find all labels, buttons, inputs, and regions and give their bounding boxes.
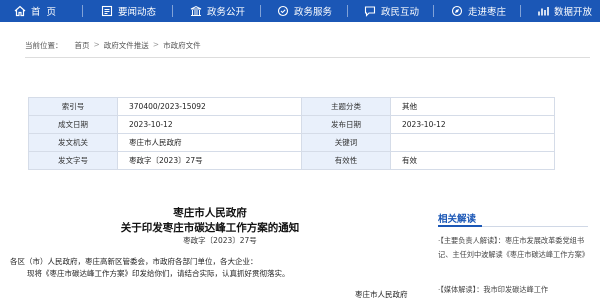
breadcrumb-link-docs[interactable]: 市政府文件 (163, 40, 201, 51)
nav-divider (260, 5, 261, 17)
org-value: 枣庄市人民政府 (117, 133, 302, 152)
doc-paragraph-body: 现将《枣庄市碳达峰工作方案》印发给你们，请结合实际，认真抓好贯彻落实。 (27, 269, 290, 278)
nav-interaction[interactable]: 政民互动 (364, 0, 419, 22)
nav-divider (520, 5, 521, 17)
service-icon (277, 5, 289, 17)
nav-service[interactable]: 政务服务 (277, 0, 332, 22)
date-label: 成文日期 (28, 115, 118, 134)
doc-title: 关于印发枣庄市碳达峰工作方案的通知 (120, 222, 300, 234)
keyword-value (390, 133, 555, 152)
nav-divider (82, 5, 83, 17)
org-label: 发文机关 (28, 133, 118, 152)
open-gov-icon (190, 5, 202, 17)
validity-label: 有效性 (301, 151, 391, 170)
nav-news[interactable]: 要闻动态 (101, 0, 156, 22)
index-label: 索引号 (28, 97, 118, 116)
nav-open-gov[interactable]: 政务公开 (190, 0, 245, 22)
date-value: 2023-10-12 (117, 115, 302, 134)
doc-number-label: 发文字号 (28, 151, 118, 170)
city-icon (451, 5, 463, 17)
nav-city-label: 走进枣庄 (468, 7, 507, 18)
home-icon (14, 5, 26, 17)
breadcrumb-prefix: 当前位置： (25, 41, 63, 50)
news-icon (101, 5, 113, 17)
nav-home-label: 首 页 (31, 7, 57, 18)
nav-divider (433, 5, 434, 17)
breadcrumb-separator: > (152, 40, 160, 49)
doc-number-value: 枣政字〔2023〕27号 (117, 151, 302, 170)
related-item[interactable]: ·【媒体解读】：我市印发碳达峰工作 (438, 283, 590, 297)
nav-home[interactable]: 首 页 (14, 0, 56, 22)
nav-open-gov-label: 政务公开 (207, 7, 246, 18)
nav-divider (172, 5, 173, 17)
nav-city[interactable]: 走进枣庄 (451, 0, 506, 22)
related-divider-accent (438, 225, 482, 227)
breadcrumb-link-push[interactable]: 政府文件推送 (104, 40, 149, 51)
nav-data-label: 数据开放 (554, 7, 593, 18)
pub-date-value: 2023-10-12 (390, 115, 555, 134)
table-row: 发文机关 枣庄市人民政府 关键词 (28, 133, 555, 152)
doc-signature: 枣庄市人民政府 (355, 290, 408, 299)
interaction-icon (364, 5, 376, 17)
keyword-label: 关键词 (301, 133, 391, 152)
doc-info-table: 索引号 370400/2023-15092 主题分类 其他 成文日期 2023-… (28, 97, 555, 170)
nav-news-label: 要闻动态 (118, 7, 157, 18)
table-row: 发文字号 枣政字〔2023〕27号 有效性 有效 (28, 151, 555, 170)
topic-label: 主题分类 (301, 97, 391, 116)
data-icon (537, 5, 549, 17)
validity-value: 有效 (390, 151, 555, 170)
breadcrumb-divider (25, 57, 590, 58)
index-value: 370400/2023-15092 (117, 97, 302, 116)
breadcrumb-link-home[interactable]: 首页 (75, 40, 90, 51)
related-title: 相关解读 (438, 214, 477, 225)
breadcrumb: 当前位置： 首页 > 政府文件推送 > 市政府文件 (25, 40, 204, 51)
doc-number: 枣政字〔2023〕27号 (183, 236, 257, 245)
breadcrumb-separator: > (93, 40, 100, 49)
nav-interaction-label: 政民互动 (381, 7, 420, 18)
doc-issuer-title: 枣庄市人民政府 (173, 207, 247, 219)
table-row: 索引号 370400/2023-15092 主题分类 其他 (28, 97, 555, 116)
topic-value: 其他 (390, 97, 555, 116)
nav-service-label: 政务服务 (294, 7, 333, 18)
doc-paragraph-salutation: 各区（市）人民政府，枣庄高新区管委会，市政府各部门单位，各大企业： (10, 257, 258, 266)
pub-date-label: 发布日期 (301, 115, 391, 134)
nav-data[interactable]: 数据开放 (537, 0, 592, 22)
nav-divider (347, 5, 348, 17)
top-nav: 首 页 要闻动态 政务公开 政务服务 政民互动 走进枣庄 数据开放 (0, 0, 600, 22)
table-row: 成文日期 2023-10-12 发布日期 2023-10-12 (28, 115, 555, 134)
related-item[interactable]: ·【主要负责人解读】：枣庄市发展改革委党组书记、主任刘中波解读《枣庄市碳达峰工作… (438, 234, 590, 262)
